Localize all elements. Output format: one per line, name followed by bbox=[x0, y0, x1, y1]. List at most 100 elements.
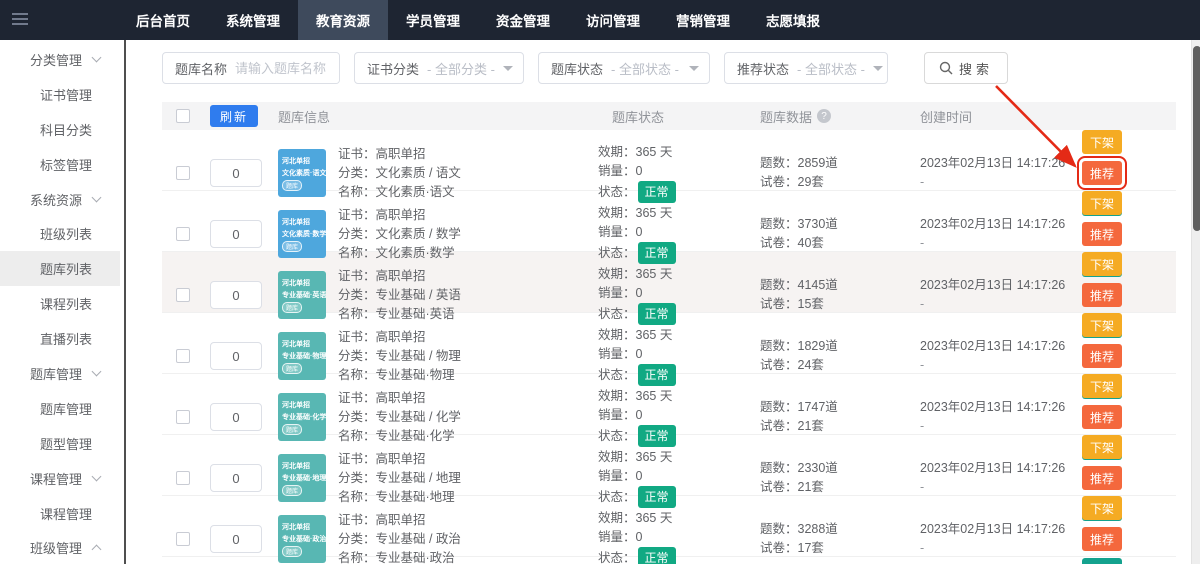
recommend-status-label: 推荐状态 bbox=[725, 59, 797, 78]
row-checkbox[interactable] bbox=[176, 410, 190, 424]
sidebar-item[interactable]: 直播列表 bbox=[0, 321, 120, 356]
bank-category: 分类：专业基础 / 化学 bbox=[338, 408, 586, 427]
bank-status: 效期：365 天 销量：0 状态： 正常 bbox=[598, 448, 748, 508]
bank-validity: 效期：365 天 bbox=[598, 448, 748, 467]
created-time: 2023年02月13日 14:17:26 - bbox=[920, 398, 1070, 436]
sort-input[interactable] bbox=[210, 220, 262, 248]
sidebar-item[interactable]: 题库列表 bbox=[0, 251, 120, 286]
paper-count: 试卷：21套 bbox=[760, 417, 908, 436]
menu-hamburger-icon[interactable] bbox=[12, 13, 28, 25]
nav-item[interactable]: 系统管理 bbox=[208, 0, 298, 40]
bank-validity: 效期：365 天 bbox=[598, 204, 748, 223]
nav-item[interactable]: 志愿填报 bbox=[748, 0, 838, 40]
recommend-button[interactable]: 推荐 bbox=[1082, 161, 1122, 185]
question-count: 题数：3288道 bbox=[760, 520, 908, 539]
bank-thumbnail: 河北单招 文化素质·语文 题库 bbox=[278, 149, 326, 197]
sidebar-item[interactable]: 课程管理 bbox=[0, 496, 120, 531]
takedown-button[interactable]: 下架 bbox=[1082, 435, 1122, 459]
recommend-button[interactable]: 推荐 bbox=[1082, 466, 1122, 490]
bank-category: 分类：专业基础 / 政治 bbox=[338, 530, 586, 549]
sidebar-item[interactable]: 系统资源 bbox=[0, 182, 120, 217]
nav-item[interactable]: 学员管理 bbox=[388, 0, 478, 40]
bank-validity: 效期：365 天 bbox=[598, 387, 748, 406]
paper-count: 试卷：24套 bbox=[760, 356, 908, 375]
sidebar-item[interactable]: 题型管理 bbox=[0, 426, 120, 461]
bank-name: 名称：专业基础·政治 bbox=[338, 549, 586, 564]
scrollbar-thumb[interactable] bbox=[1193, 46, 1200, 231]
recommend-button[interactable]: 推荐 bbox=[1082, 222, 1122, 246]
help-icon[interactable]: ? bbox=[817, 109, 831, 123]
takedown-button[interactable]: 下架 bbox=[1082, 496, 1122, 520]
status-badge: 正常 bbox=[638, 547, 676, 564]
sort-input[interactable] bbox=[210, 464, 262, 492]
sidebar-item[interactable]: 分类管理 bbox=[0, 42, 120, 77]
chevron-down-icon bbox=[873, 66, 883, 71]
takedown-button[interactable]: 下架 bbox=[1082, 374, 1122, 398]
created-time: 2023年02月13日 14:17:26 - bbox=[920, 215, 1070, 253]
sidebar-item[interactable]: 科目分类 bbox=[0, 112, 120, 147]
sidebar-item[interactable]: 班级列表 bbox=[0, 216, 120, 251]
table-header: 刷新 题库信息 题库状态 题库数据 ? 创建时间 bbox=[162, 102, 1176, 130]
top-nav-items: 后台首页 系统管理 教育资源 学员管理 资金管理 访问管理 营销管理 志愿填报 bbox=[118, 0, 838, 40]
row-checkbox[interactable] bbox=[176, 471, 190, 485]
row-checkbox[interactable] bbox=[176, 166, 190, 180]
sidebar-item[interactable]: 课程管理 bbox=[0, 461, 120, 496]
bank-validity: 效期：365 天 bbox=[598, 326, 748, 345]
sidebar-item[interactable]: 证书管理 bbox=[0, 77, 120, 112]
bank-category: 分类：专业基础 / 英语 bbox=[338, 286, 586, 305]
bank-data: 题数：2330道 试卷：21套 bbox=[760, 459, 908, 497]
sort-input[interactable] bbox=[210, 342, 262, 370]
scrollbar-track[interactable] bbox=[1191, 40, 1200, 564]
bank-data: 题数：3288道 试卷：17套 bbox=[760, 520, 908, 558]
recommend-button[interactable]: 推荐 bbox=[1082, 405, 1122, 429]
nav-item[interactable]: 教育资源 bbox=[298, 0, 388, 40]
sort-input[interactable] bbox=[210, 525, 262, 553]
bank-cert: 证书：高职单招 bbox=[338, 511, 586, 530]
row-checkbox[interactable] bbox=[176, 227, 190, 241]
nav-item[interactable]: 访问管理 bbox=[568, 0, 658, 40]
takedown-button[interactable]: 下架 bbox=[1082, 191, 1122, 215]
bank-status: 效期：365 天 销量：0 状态： 正常 bbox=[598, 326, 748, 386]
sort-input[interactable] bbox=[210, 281, 262, 309]
sidebar-item[interactable]: 标签管理 bbox=[0, 147, 120, 182]
sort-input[interactable] bbox=[210, 159, 262, 187]
row-checkbox[interactable] bbox=[176, 288, 190, 302]
select-all-checkbox[interactable] bbox=[176, 109, 190, 123]
bank-cert: 证书：高职单招 bbox=[338, 389, 586, 408]
sidebar: 分类管理 证书管理 科目分类 标签管理 系统资源 班级列表 题库列表 课程列表 … bbox=[0, 40, 120, 564]
recommend-button[interactable]: 推荐 bbox=[1082, 283, 1122, 307]
edit-button[interactable]: 编辑 bbox=[1082, 558, 1122, 564]
recommend-button[interactable]: 推荐 bbox=[1082, 344, 1122, 368]
sidebar-item[interactable]: 题库管理 bbox=[0, 356, 120, 391]
bank-sales: 销量：0 bbox=[598, 345, 748, 364]
nav-item[interactable]: 营销管理 bbox=[658, 0, 748, 40]
takedown-button[interactable]: 下架 bbox=[1082, 313, 1122, 337]
chevron-icon bbox=[92, 544, 102, 554]
paper-count: 试卷：40套 bbox=[760, 234, 908, 253]
bank-status: 效期：365 天 销量：0 状态： 正常 bbox=[598, 143, 748, 203]
nav-item[interactable]: 资金管理 bbox=[478, 0, 568, 40]
bank-status-filter[interactable]: 题库状态 - 全部状态 - bbox=[538, 52, 710, 84]
table-body: 河北单招 文化素质·语文 题库 证书：高职单招 分类：文化素质 / 语文 名称：… bbox=[162, 130, 1176, 557]
bank-status-value: - 全部状态 - bbox=[611, 59, 681, 78]
sidebar-item[interactable]: 题库管理 bbox=[0, 391, 120, 426]
bank-info: 证书：高职单招 分类：专业基础 / 化学 名称：专业基础·化学 bbox=[338, 389, 586, 446]
recommend-status-filter[interactable]: 推荐状态 - 全部状态 - bbox=[724, 52, 888, 84]
sidebar-item[interactable]: 班级管理 bbox=[0, 530, 120, 564]
created-time: 2023年02月13日 14:17:26 - bbox=[920, 459, 1070, 497]
row-checkbox[interactable] bbox=[176, 532, 190, 546]
created-time: 2023年02月13日 14:17:26 - bbox=[920, 337, 1070, 375]
sort-input[interactable] bbox=[210, 403, 262, 431]
takedown-button[interactable]: 下架 bbox=[1082, 252, 1122, 276]
recommend-button[interactable]: 推荐 bbox=[1082, 527, 1122, 551]
search-button[interactable]: 搜索 bbox=[924, 52, 1008, 84]
refresh-button[interactable]: 刷新 bbox=[210, 105, 258, 127]
cert-category-filter[interactable]: 证书分类 - 全部分类 - bbox=[354, 52, 524, 84]
takedown-button[interactable]: 下架 bbox=[1082, 130, 1122, 154]
header-bank-status: 题库状态 bbox=[598, 107, 748, 126]
nav-item[interactable]: 后台首页 bbox=[118, 0, 208, 40]
sidebar-item[interactable]: 课程列表 bbox=[0, 286, 120, 321]
row-checkbox[interactable] bbox=[176, 349, 190, 363]
bank-validity: 效期：365 天 bbox=[598, 265, 748, 284]
bank-name-input[interactable] bbox=[235, 53, 340, 83]
